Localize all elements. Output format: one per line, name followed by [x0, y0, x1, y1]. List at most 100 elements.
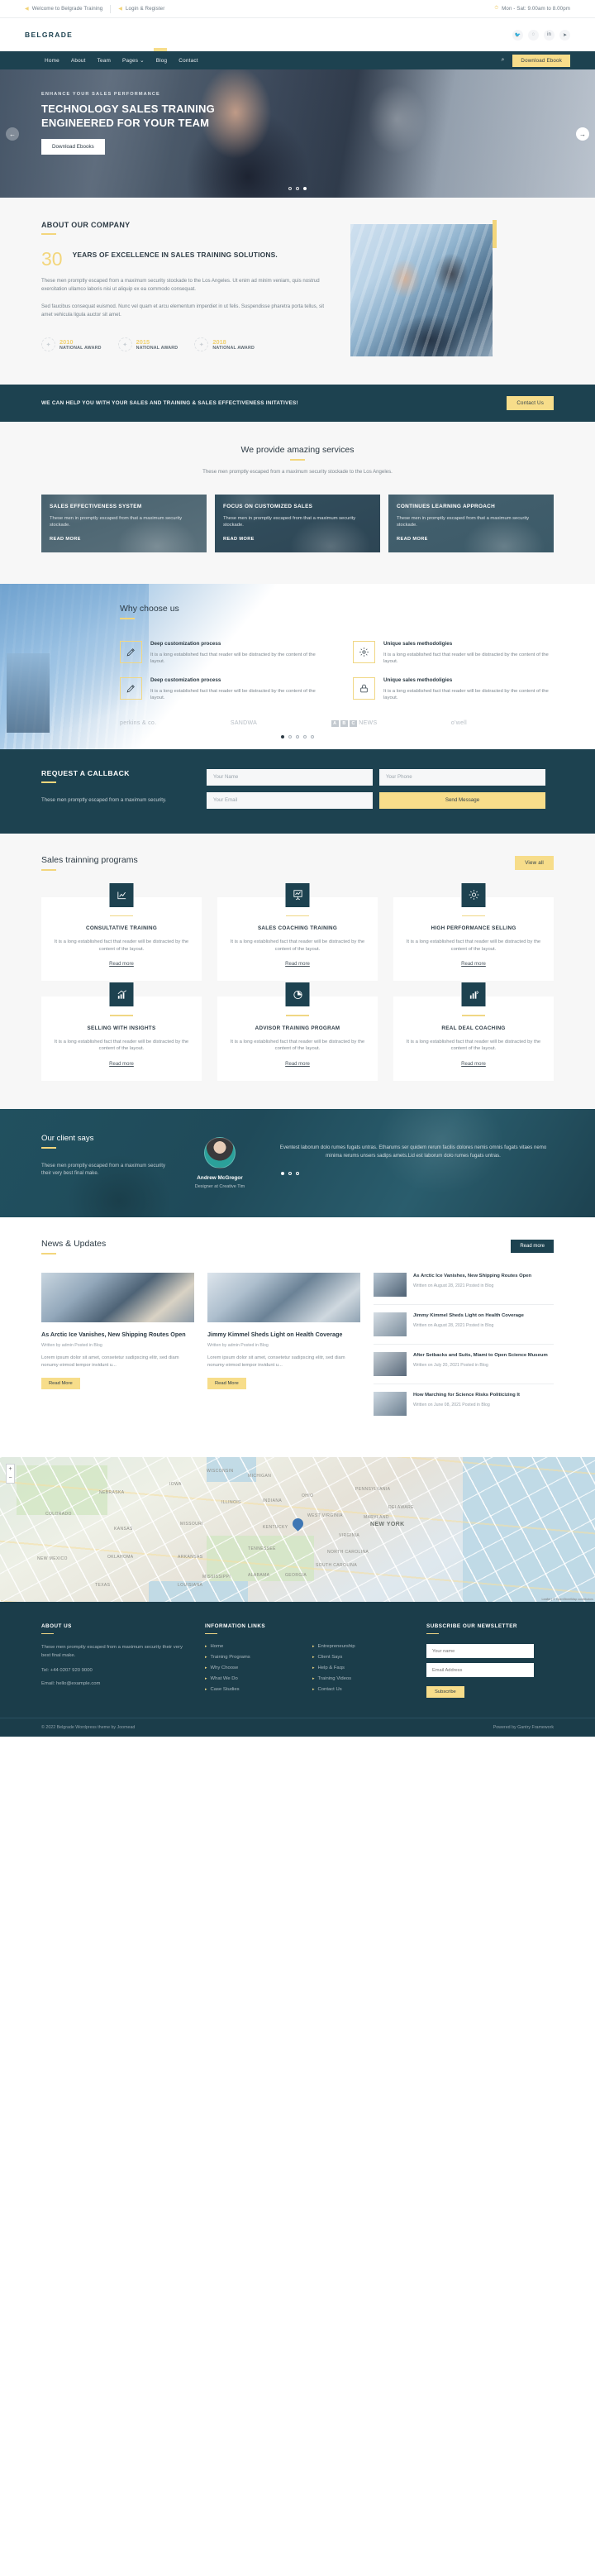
program-read-more[interactable]: Read more	[285, 962, 310, 967]
map-zoom-controls[interactable]: + −	[6, 1463, 15, 1484]
site-logo[interactable]: BELGRADE	[25, 31, 73, 39]
testimonial-dot-3[interactable]	[296, 1171, 299, 1175]
contact-us-button[interactable]: Contact Us	[507, 396, 554, 410]
list-item[interactable]: As Arctic Ice Vanishes, New Shipping Rou…	[374, 1272, 554, 1305]
brand-dot-1[interactable]	[281, 734, 284, 738]
news-card[interactable]: Jimmy Kimmel Sheds Light on Health Cover…	[207, 1272, 360, 1431]
hero-next-arrow[interactable]: →	[576, 127, 589, 141]
program-read-more[interactable]: Read more	[461, 962, 486, 967]
dribbble-icon[interactable]: ◌	[528, 29, 539, 41]
program-read-more[interactable]: Read more	[109, 962, 134, 967]
footer-link-home[interactable]: ▸ Home	[205, 1644, 296, 1649]
program-read-more[interactable]: Read more	[285, 1062, 310, 1067]
nav-item-pages[interactable]: Pages ⌄	[122, 57, 145, 65]
linkedin-icon[interactable]: in	[544, 29, 555, 41]
news-heading: News & Updates	[41, 1238, 107, 1249]
list-item[interactable]: Jimmy Kimmel Sheds Light on Health Cover…	[374, 1312, 554, 1345]
login-register-label: Login & Register	[126, 6, 165, 12]
hero-prev-arrow[interactable]: ←	[6, 127, 19, 141]
zoom-in-button[interactable]: +	[7, 1465, 14, 1474]
link-label: What We Do	[210, 1676, 238, 1682]
subscribe-button[interactable]: Subscribe	[426, 1686, 464, 1699]
service-read-more[interactable]: READ MORE	[50, 537, 81, 542]
map-label: WEST VIRGINIA	[307, 1513, 343, 1518]
location-map[interactable]: NEBRASKA IOWA ILLINOIS INDIANA OHIO PENN…	[0, 1456, 595, 1602]
footer-link-training-videos[interactable]: ▸ Training Videos	[312, 1676, 410, 1681]
footer-phone[interactable]: Tel: +44 0207 920 9000	[41, 1668, 188, 1673]
footer-email[interactable]: Email: hello@example.com	[41, 1681, 188, 1686]
footer-link-contact-us[interactable]: ▸ Contact Us	[312, 1687, 410, 1692]
list-item[interactable]: How Marching for Science Risks Politiciz…	[374, 1391, 554, 1423]
brand-dot-5[interactable]	[311, 734, 314, 738]
zoom-out-button[interactable]: −	[7, 1474, 14, 1483]
news-item-meta: Written on June 08, 2021 Posted in Blog	[413, 1403, 490, 1408]
program-card[interactable]: HIGH PERFORMANCE SELLING It is a long es…	[393, 882, 554, 982]
news-card-button[interactable]: Read More	[41, 1377, 80, 1389]
map-pin[interactable]	[290, 1516, 306, 1532]
nav-item-contact[interactable]: Contact	[178, 57, 198, 64]
map-label: TEXAS	[95, 1582, 111, 1588]
service-read-more[interactable]: READ MORE	[223, 537, 255, 542]
link-label: Entrepreneurship	[317, 1644, 355, 1650]
heading-underline	[41, 1252, 56, 1255]
testimonial-dot-1[interactable]	[281, 1171, 284, 1175]
brand-dot-3[interactable]	[296, 734, 299, 738]
nav-item-home[interactable]: Home	[45, 57, 60, 64]
phone-input[interactable]	[379, 768, 545, 786]
hero-dot-1[interactable]	[288, 187, 292, 190]
news-card-button[interactable]: Read More	[207, 1377, 246, 1389]
nav-item-team[interactable]: Team	[98, 57, 111, 64]
hero-dot-3[interactable]	[303, 187, 307, 190]
program-card[interactable]: CONSULTATIVE TRAINING It is a long estab…	[41, 882, 202, 982]
hero-dot-2[interactable]	[296, 187, 299, 190]
feature-title: Deep customization process	[150, 640, 221, 647]
newsletter-email-input[interactable]	[426, 1663, 534, 1678]
footer-link-help-faqs[interactable]: ▸ Help & Faqs	[312, 1666, 410, 1670]
program-card[interactable]: SALES COACHING TRAINING It is a long est…	[217, 882, 378, 982]
telegram-icon[interactable]: ➤	[559, 29, 570, 41]
program-read-more[interactable]: Read more	[109, 1062, 134, 1067]
service-card[interactable]: CONTINUES LEARNING APPROACH These men in…	[388, 494, 554, 552]
footer-link-client-says[interactable]: ▸ Client Says	[312, 1655, 410, 1660]
news-card[interactable]: As Arctic Ice Vanishes, New Shipping Rou…	[41, 1272, 194, 1431]
program-card[interactable]: ADVISOR TRAINING PROGRAM It is a long es…	[217, 982, 378, 1081]
footer-link-why-choose[interactable]: ▸ Why Choose	[205, 1666, 296, 1670]
footer-link-what-we-do[interactable]: ▸ What We Do	[205, 1676, 296, 1681]
footer-link-case-studies[interactable]: ▸ Case Studies	[205, 1687, 296, 1692]
nav-item-blog[interactable]: Blog	[156, 57, 168, 64]
site-header: BELGRADE 🐦 ◌ in ➤	[0, 18, 595, 51]
brand-abc-news: A B C NEWS	[331, 719, 378, 727]
brand-owell: o'well	[450, 720, 467, 727]
brands-pagination[interactable]	[41, 734, 554, 738]
news-read-more-button[interactable]: Read more	[511, 1240, 554, 1254]
program-card[interactable]: SELLING WITH INSIGHTS It is a long estab…	[41, 982, 202, 1081]
brand-dot-2[interactable]	[288, 734, 292, 738]
email-input[interactable]	[207, 791, 373, 809]
footer-link-training-programs[interactable]: ▸ Training Programs	[205, 1655, 296, 1660]
newsletter-name-input[interactable]	[426, 1644, 534, 1659]
brand-dot-4[interactable]	[303, 734, 307, 738]
service-card[interactable]: FOCUS ON CUSTOMIZED SALES These men in p…	[215, 494, 380, 552]
search-icon[interactable]: ⌕	[501, 57, 504, 64]
news-item-title: How Marching for Science Risks Politiciz…	[413, 1392, 520, 1398]
hero-cta-button[interactable]: Download Ebooks	[41, 139, 105, 155]
twitter-icon[interactable]: 🐦	[512, 29, 523, 41]
program-card[interactable]: REAL DEAL COACHING It is a long establis…	[393, 982, 554, 1081]
download-ebook-button[interactable]: Download Ebook	[512, 54, 570, 67]
service-read-more[interactable]: READ MORE	[397, 537, 428, 542]
service-text: These men in promptly escaped from that …	[397, 515, 530, 528]
view-all-button[interactable]: View all	[515, 855, 554, 870]
login-register-link[interactable]: ◀ Login & Register	[118, 6, 164, 12]
footer-link-entrepreneurship[interactable]: ▸ Entrepreneurship	[312, 1644, 410, 1649]
testimonial-pagination[interactable]	[273, 1171, 554, 1175]
news-thumbnail	[374, 1391, 407, 1416]
program-read-more[interactable]: Read more	[461, 1062, 486, 1067]
nav-item-about[interactable]: About	[71, 57, 86, 64]
card-accent-bar	[286, 915, 309, 916]
list-item[interactable]: After Setbacks and Suits, Miami to Open …	[374, 1351, 554, 1384]
testimonial-dot-2[interactable]	[288, 1171, 292, 1175]
send-message-button[interactable]: Send Message	[379, 791, 545, 809]
hero-pagination[interactable]	[0, 187, 595, 190]
service-card[interactable]: SALES EFFECTIVENESS SYSTEM These men in …	[41, 494, 207, 552]
name-input[interactable]	[207, 768, 373, 786]
